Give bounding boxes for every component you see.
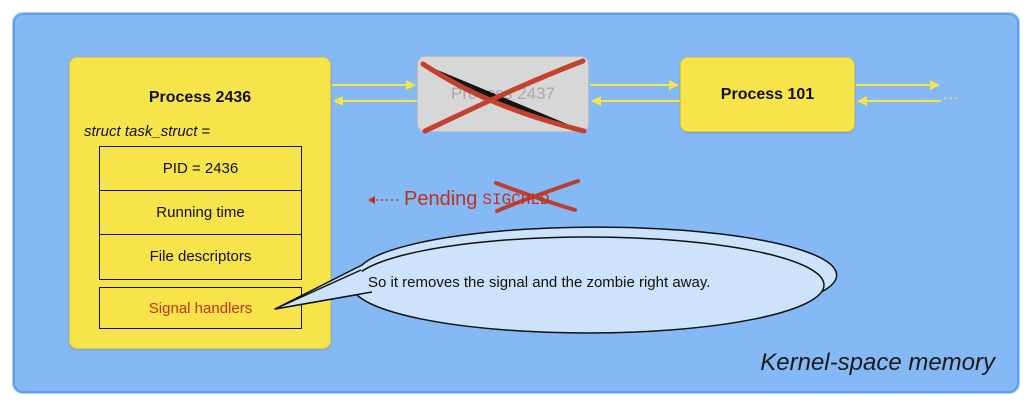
annotation-layer <box>274 58 838 334</box>
speech-bubble-text: So it removes the signal and the zombie … <box>368 274 711 291</box>
signal-cross <box>494 179 580 213</box>
dead-process-cross <box>420 58 587 134</box>
